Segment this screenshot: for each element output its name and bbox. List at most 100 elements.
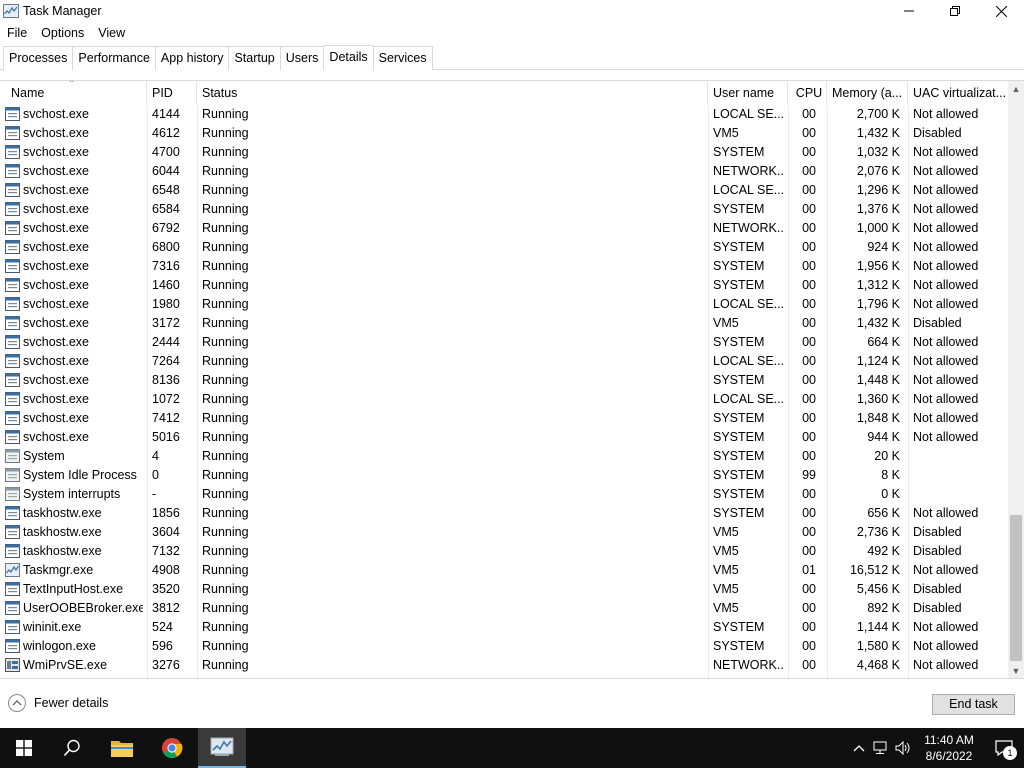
table-row[interactable]: svchost.exe 2444 Running SYSTEM 00 664 K Not a… bbox=[0, 333, 1008, 352]
minimize-button[interactable] bbox=[886, 0, 932, 22]
column-header-uac[interactable]: UAC virtualizat... bbox=[908, 81, 1008, 105]
service-icon bbox=[5, 506, 20, 520]
table-row[interactable]: WmiPrvSE.exe 3276 Running NETWORK... 00 4,468… bbox=[0, 656, 1008, 675]
cell-memory: 656 K bbox=[867, 506, 900, 520]
network-icon[interactable] bbox=[870, 728, 892, 768]
action-center-button[interactable]: 1 bbox=[984, 728, 1024, 768]
cell-name: svchost.exe bbox=[23, 145, 90, 159]
menu-file[interactable]: File bbox=[0, 23, 34, 43]
details-table: ⌃ Name PID Status User name CPU Memory (… bbox=[0, 80, 1024, 679]
cell-cpu: 00 bbox=[802, 373, 816, 387]
scroll-down-arrow-icon[interactable]: ▼ bbox=[1008, 663, 1024, 679]
table-row[interactable]: System Idle Process 0 Running SYSTEM 99 8 K bbox=[0, 466, 1008, 485]
cell-name: svchost.exe bbox=[23, 354, 90, 368]
table-row[interactable]: svchost.exe 6584 Running SYSTEM 00 1,376 K Not… bbox=[0, 200, 1008, 219]
cell-name: svchost.exe bbox=[23, 392, 90, 406]
cell-uac-virtualization: Disabled bbox=[913, 601, 962, 615]
table-row[interactable]: wininit.exe 524 Running SYSTEM 00 1,144 K Not … bbox=[0, 618, 1008, 637]
table-row[interactable]: svchost.exe 7264 Running LOCAL SE... 00 1,124… bbox=[0, 352, 1008, 371]
table-row[interactable]: svchost.exe 7412 Running SYSTEM 00 1,848 K Not… bbox=[0, 409, 1008, 428]
scroll-up-arrow-icon[interactable]: ▲ bbox=[1008, 81, 1024, 97]
table-row[interactable]: System 4 Running SYSTEM 00 20 K bbox=[0, 447, 1008, 466]
restore-button[interactable] bbox=[932, 0, 978, 22]
cell-memory: 1,296 K bbox=[856, 183, 900, 197]
cell-memory: 1,312 K bbox=[856, 278, 900, 292]
tab-startup[interactable]: Startup bbox=[228, 46, 281, 70]
tab-users[interactable]: Users bbox=[279, 46, 325, 70]
search-button[interactable] bbox=[48, 728, 96, 768]
cell-user-name: SYSTEM bbox=[713, 278, 765, 292]
table-row[interactable]: svchost.exe 1072 Running LOCAL SE... 00 1,360… bbox=[0, 390, 1008, 409]
tab-bar: Processes Performance App history Startu… bbox=[0, 45, 1024, 70]
cell-pid: 4612 bbox=[152, 126, 180, 140]
tab-services[interactable]: Services bbox=[372, 46, 433, 70]
cell-pid: 5016 bbox=[152, 430, 180, 444]
task-manager-taskbar-button[interactable] bbox=[198, 728, 246, 768]
tab-details[interactable]: Details bbox=[323, 45, 374, 70]
cell-status: Running bbox=[202, 449, 249, 463]
cell-pid: 7412 bbox=[152, 411, 180, 425]
cell-cpu: 00 bbox=[802, 506, 816, 520]
cell-uac-virtualization: Not allowed bbox=[913, 183, 979, 197]
table-row[interactable]: svchost.exe 4700 Running SYSTEM 00 1,032 K Not… bbox=[0, 143, 1008, 162]
cell-uac-virtualization: Not allowed bbox=[913, 392, 979, 406]
table-row[interactable]: svchost.exe 6548 Running LOCAL SE... 00 1,296… bbox=[0, 181, 1008, 200]
table-row[interactable]: System interrupts - Running SYSTEM 00 0 K bbox=[0, 485, 1008, 504]
cell-memory: 1,032 K bbox=[856, 145, 900, 159]
table-row[interactable]: taskhostw.exe 1856 Running SYSTEM 00 656 K Not… bbox=[0, 504, 1008, 523]
table-row[interactable]: svchost.exe 4612 Running VM5 00 1,432 K Disabl… bbox=[0, 124, 1008, 143]
tab-performance[interactable]: Performance bbox=[72, 46, 156, 70]
cell-status: Running bbox=[202, 430, 249, 444]
table-row[interactable]: taskhostw.exe 7132 Running VM5 00 492 K Disabl… bbox=[0, 542, 1008, 561]
table-row[interactable]: taskhostw.exe 3604 Running VM5 00 2,736 K Disa… bbox=[0, 523, 1008, 542]
column-header-user-name[interactable]: User name bbox=[708, 81, 788, 105]
fewer-details-button[interactable]: Fewer details bbox=[8, 694, 108, 712]
chevron-up-icon[interactable] bbox=[848, 728, 870, 768]
table-row[interactable]: svchost.exe 8136 Running SYSTEM 00 1,448 K Not… bbox=[0, 371, 1008, 390]
column-header-name[interactable]: ⌃ Name bbox=[0, 81, 147, 105]
table-row[interactable]: winlogon.exe 596 Running SYSTEM 00 1,580 K Not… bbox=[0, 637, 1008, 656]
cell-uac-virtualization: Not allowed bbox=[913, 297, 979, 311]
column-header-cpu[interactable]: CPU bbox=[788, 81, 827, 105]
cell-pid: 1072 bbox=[152, 392, 180, 406]
cell-pid: 6584 bbox=[152, 202, 180, 216]
cell-status: Running bbox=[202, 316, 249, 330]
table-row[interactable]: Taskmgr.exe 4908 Running VM5 01 16,512 K Not a… bbox=[0, 561, 1008, 580]
close-button[interactable] bbox=[978, 0, 1024, 22]
cell-user-name: SYSTEM bbox=[713, 449, 765, 463]
cell-user-name: LOCAL SE... bbox=[713, 297, 783, 311]
vertical-scrollbar[interactable]: ▲ ▼ bbox=[1008, 81, 1024, 679]
table-row[interactable]: svchost.exe 4144 Running LOCAL SE... 00 2,700… bbox=[0, 105, 1008, 124]
scrollbar-thumb[interactable] bbox=[1010, 515, 1022, 661]
column-header-status[interactable]: Status bbox=[197, 81, 708, 105]
end-task-button[interactable]: End task bbox=[932, 694, 1015, 715]
cell-uac-virtualization: Not allowed bbox=[913, 639, 979, 653]
table-row[interactable]: svchost.exe 6044 Running NETWORK... 00 2,076 … bbox=[0, 162, 1008, 181]
table-row[interactable]: TextInputHost.exe 3520 Running VM5 00 5,456 K… bbox=[0, 580, 1008, 599]
search-icon bbox=[63, 739, 80, 757]
table-row[interactable]: svchost.exe 7316 Running SYSTEM 00 1,956 K Not… bbox=[0, 257, 1008, 276]
tab-processes[interactable]: Processes bbox=[3, 46, 74, 70]
table-row[interactable]: svchost.exe 6792 Running NETWORK... 00 1,000 … bbox=[0, 219, 1008, 238]
table-row[interactable]: svchost.exe 1460 Running SYSTEM 00 1,312 K Not… bbox=[0, 276, 1008, 295]
volume-icon[interactable] bbox=[892, 728, 914, 768]
cell-status: Running bbox=[202, 525, 249, 539]
column-header-memory[interactable]: Memory (a... bbox=[827, 81, 908, 105]
chrome-button[interactable] bbox=[148, 728, 196, 768]
file-explorer-button[interactable] bbox=[98, 728, 146, 768]
start-button[interactable] bbox=[0, 728, 48, 768]
menu-view[interactable]: View bbox=[91, 23, 132, 43]
table-row[interactable]: svchost.exe 5016 Running SYSTEM 00 944 K Not a… bbox=[0, 428, 1008, 447]
service-icon bbox=[5, 373, 20, 387]
table-row[interactable]: UserOOBEBroker.exe 3812 Running VM5 00 892 K D… bbox=[0, 599, 1008, 618]
close-icon bbox=[995, 5, 1007, 17]
column-header-pid[interactable]: PID bbox=[147, 81, 197, 105]
menu-options[interactable]: Options bbox=[34, 23, 91, 43]
cell-uac-virtualization: Not allowed bbox=[913, 335, 979, 349]
table-row[interactable]: svchost.exe 6800 Running SYSTEM 00 924 K Not a… bbox=[0, 238, 1008, 257]
cell-cpu: 00 bbox=[802, 164, 816, 178]
taskbar-clock[interactable]: 11:40 AM 8/6/2022 bbox=[914, 732, 984, 764]
tab-app-history[interactable]: App history bbox=[154, 46, 230, 70]
table-row[interactable]: svchost.exe 3172 Running VM5 00 1,432 K Disabl… bbox=[0, 314, 1008, 333]
table-row[interactable]: svchost.exe 1980 Running LOCAL SE... 00 1,796… bbox=[0, 295, 1008, 314]
